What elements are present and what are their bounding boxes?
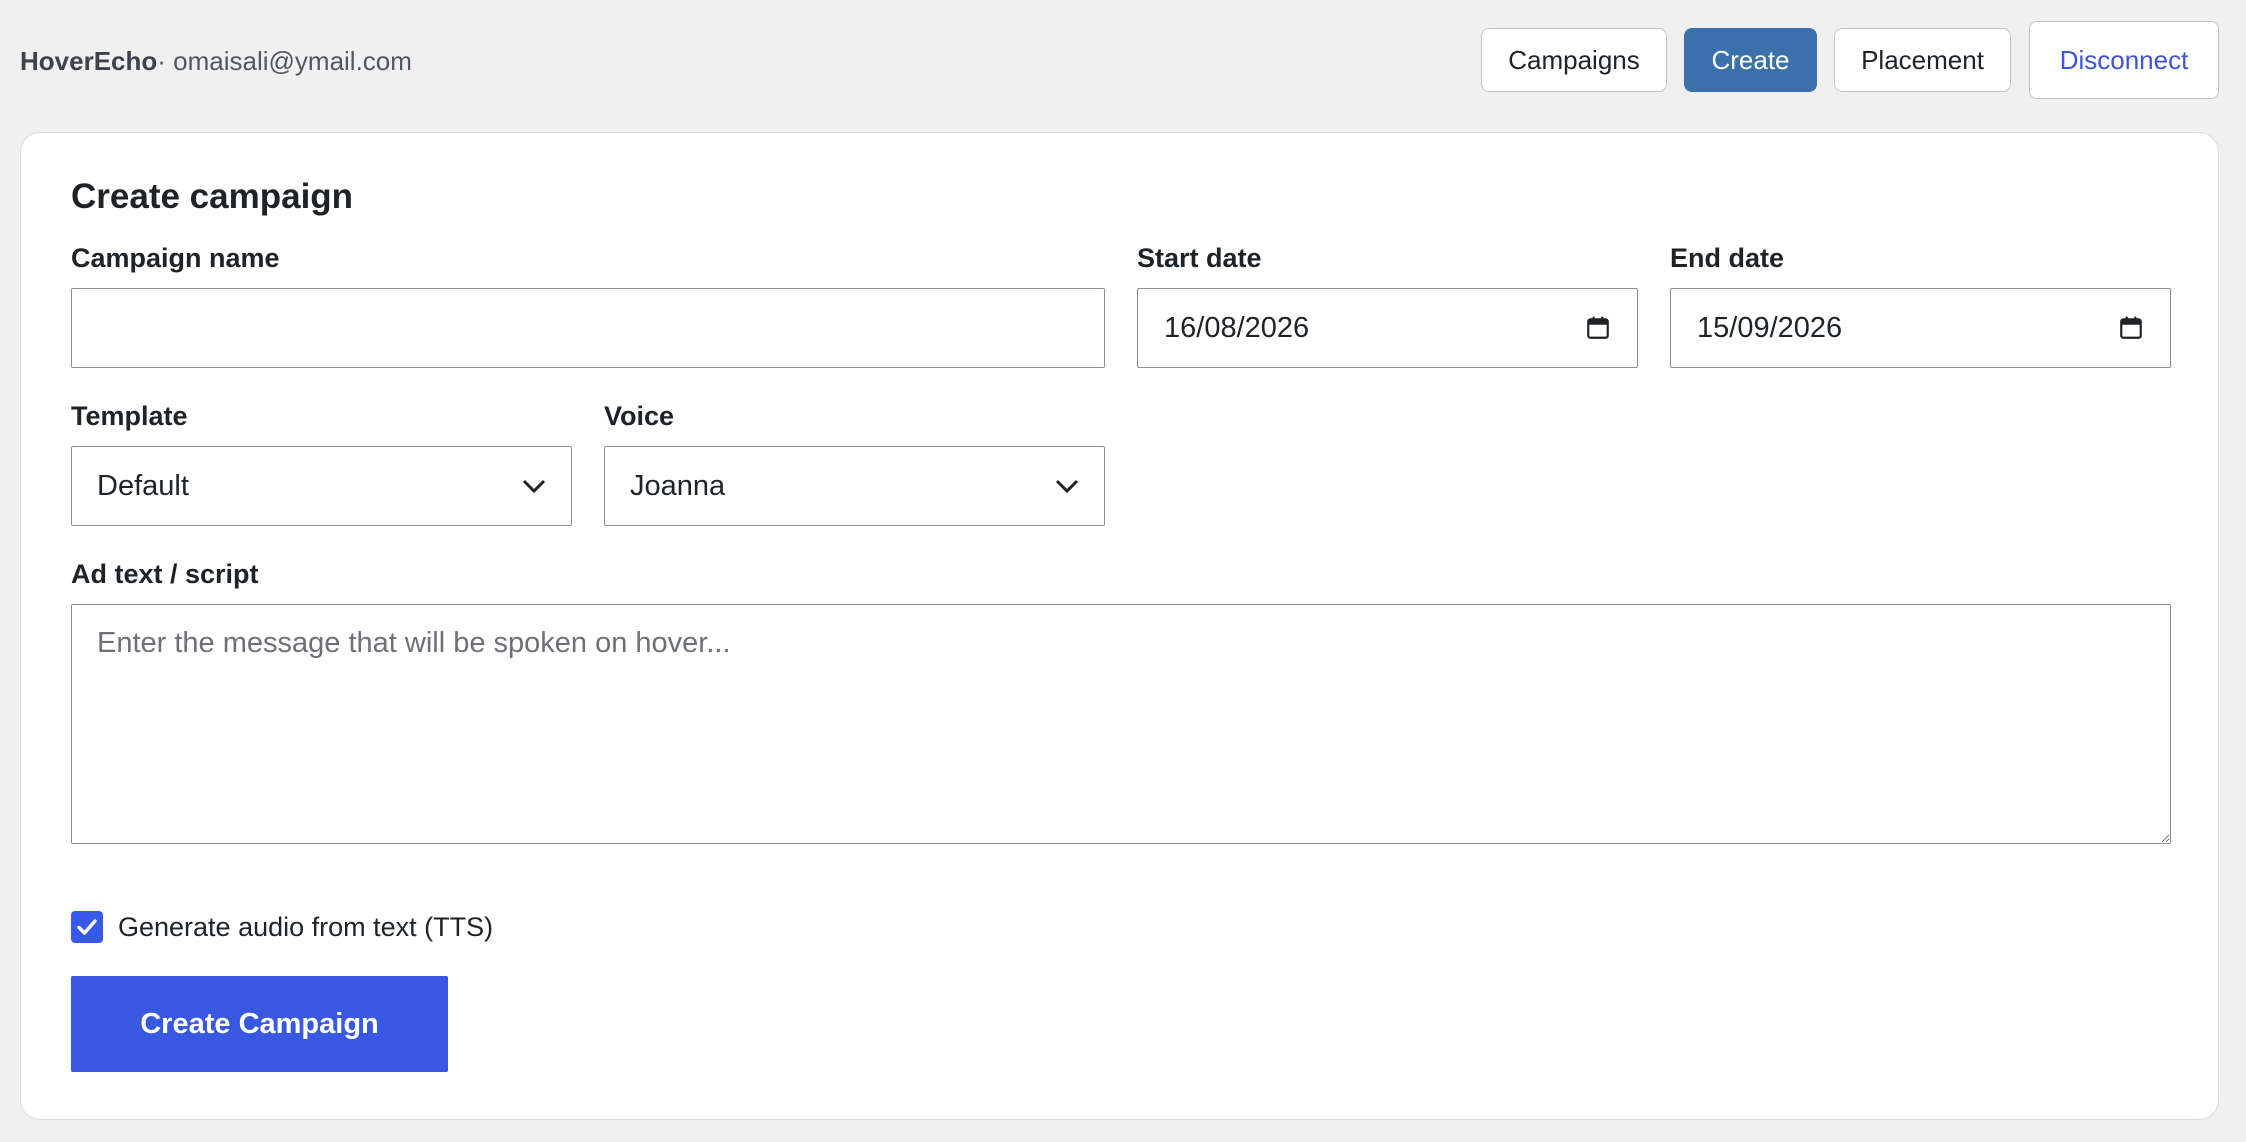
disconnect-button[interactable]: Disconnect (2029, 21, 2219, 99)
page-title: Create campaign (71, 177, 354, 216)
tts-checkbox[interactable] (71, 911, 103, 943)
chevron-down-icon (521, 477, 547, 495)
campaign-name-input[interactable] (71, 288, 1105, 368)
campaign-name-label: Campaign name (71, 243, 280, 273)
start-date-input[interactable]: 16/08/2026 (1137, 288, 1638, 368)
account-info: HoverEcho· omaisali@ymail.com (20, 46, 412, 76)
voice-selected-value: Joanna (630, 469, 726, 502)
checkmark-icon (77, 919, 97, 935)
start-date-value: 16/08/2026 (1164, 311, 1310, 344)
campaigns-nav-button[interactable]: Campaigns (1481, 28, 1667, 92)
template-label: Template (71, 401, 188, 431)
voice-label: Voice (604, 401, 675, 431)
brand-name: HoverEcho (20, 46, 158, 76)
end-date-value: 15/09/2026 (1697, 311, 1843, 344)
placement-nav-button[interactable]: Placement (1834, 28, 2011, 92)
create-campaign-card: Create campaign Campaign name Start date… (20, 132, 2219, 1120)
top-bar: HoverEcho· omaisali@ymail.com Campaigns … (0, 0, 2246, 120)
calendar-icon[interactable] (1585, 315, 1611, 341)
create-campaign-button[interactable]: Create Campaign (71, 976, 448, 1072)
ad-text-label: Ad text / script (71, 559, 259, 589)
chevron-down-icon (1054, 477, 1080, 495)
template-select[interactable]: Default (71, 446, 572, 526)
end-date-label: End date (1670, 243, 1785, 273)
account-email: · omaisali@ymail.com (157, 46, 412, 76)
ad-text-textarea[interactable] (71, 604, 2171, 844)
end-date-input[interactable]: 15/09/2026 (1670, 288, 2171, 368)
tts-checkbox-label[interactable]: Generate audio from text (TTS) (118, 912, 493, 943)
start-date-label: Start date (1137, 243, 1262, 273)
create-nav-button[interactable]: Create (1684, 28, 1817, 92)
template-selected-value: Default (97, 469, 189, 502)
voice-select[interactable]: Joanna (604, 446, 1105, 526)
calendar-icon[interactable] (2118, 315, 2144, 341)
